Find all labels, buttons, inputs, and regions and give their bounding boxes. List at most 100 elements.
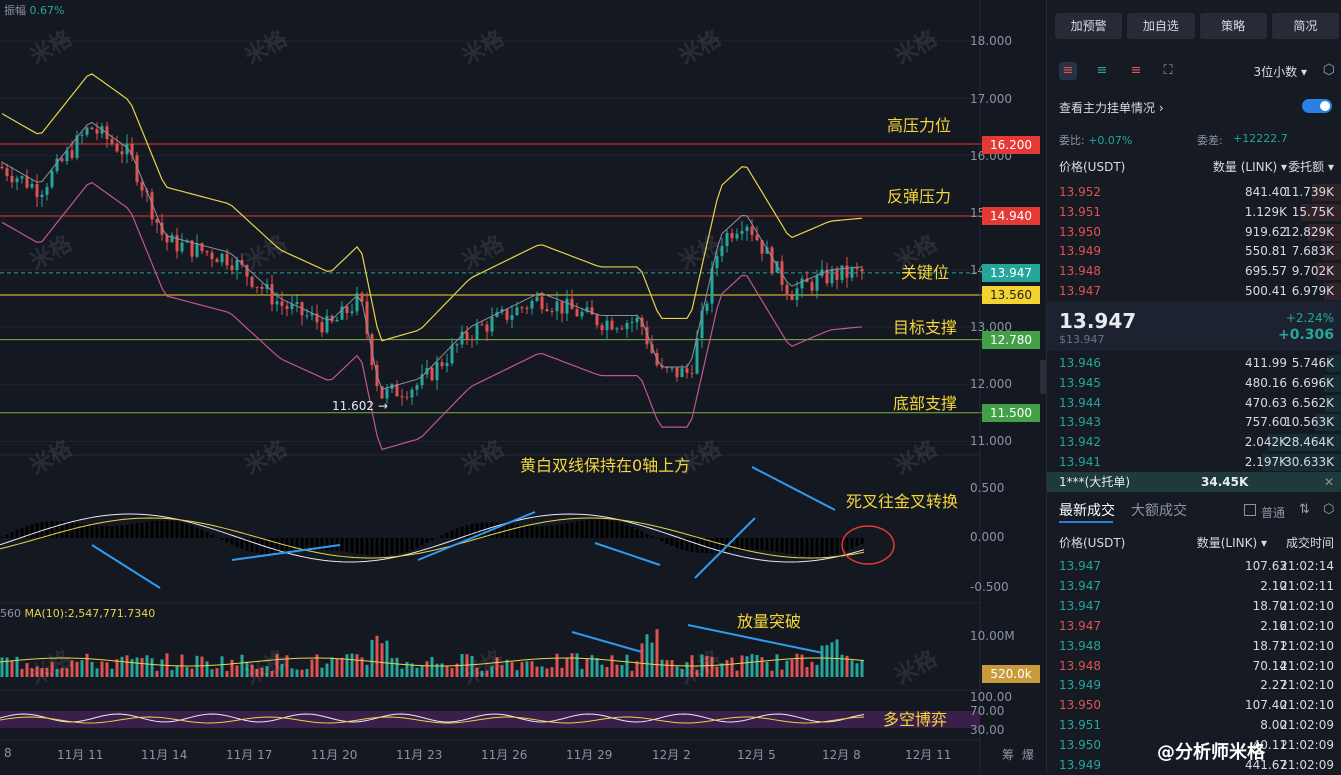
macd-histogram-bar xyxy=(781,538,784,553)
volume-bar xyxy=(171,670,174,677)
candle-body xyxy=(816,276,819,291)
volume-bar xyxy=(731,657,734,677)
candle-body xyxy=(786,285,789,295)
volume-bar xyxy=(356,654,359,677)
ask-total: 7.683K xyxy=(1292,242,1334,261)
macd-histogram-bar xyxy=(16,530,19,538)
volume-bar xyxy=(856,663,859,677)
main-orders-link[interactable]: 查看主力挂单情况 › xyxy=(1059,99,1339,116)
macd-histogram-bar xyxy=(391,538,394,555)
big-order-row[interactable]: 1***(大托单) 34.45K ✕ xyxy=(1047,472,1341,492)
macd-histogram-bar xyxy=(31,524,34,538)
tab-large-trades[interactable]: 大额成交 xyxy=(1131,500,1187,520)
candle-body xyxy=(811,282,814,291)
macd-histogram-bar xyxy=(361,538,364,554)
osc-axis-label: 100.00 xyxy=(970,690,1040,704)
bid-row[interactable]: 13.945480.166.696K xyxy=(1047,374,1341,393)
add-watchlist-button[interactable]: 加自选 xyxy=(1127,13,1194,39)
bid-row[interactable]: 13.9422.042K28.464K xyxy=(1047,433,1341,452)
volume-bar xyxy=(431,657,434,677)
bid-row[interactable]: 13.946411.995.746K xyxy=(1047,354,1341,373)
macd-histogram-bar xyxy=(111,526,114,538)
candle-body xyxy=(11,176,14,182)
bid-row[interactable]: 13.944470.636.562K xyxy=(1047,394,1341,413)
candle-body xyxy=(466,332,469,339)
x-axis-corner[interactable]: 爆 xyxy=(1022,746,1034,763)
candle-body xyxy=(831,269,834,283)
price-axis-label: 17.000 xyxy=(970,92,1040,106)
macd-histogram-bar xyxy=(856,538,859,546)
ask-price: 13.949 xyxy=(1059,242,1101,261)
trade-time: 21:02:11 xyxy=(1280,577,1334,596)
volume-bar xyxy=(321,668,324,677)
candle-body xyxy=(676,368,679,377)
volume-bar xyxy=(311,659,314,677)
chart-area[interactable]: 振幅 0.67% 18.000 17.000 16.000 15.000 14.… xyxy=(0,0,1040,774)
macd-histogram-bar xyxy=(591,520,594,538)
candle-body xyxy=(536,297,539,301)
x-axis-label: 12月 8 xyxy=(822,746,861,763)
orderbook-both-icon[interactable]: ≡ xyxy=(1059,62,1077,80)
candlestick-chart[interactable] xyxy=(0,0,1040,774)
ask-row[interactable]: 13.9511.129K15.75K xyxy=(1047,203,1341,222)
sort-icon[interactable]: ⇅ xyxy=(1299,502,1310,517)
trade-row: 13.94818.7121:02:10 xyxy=(1047,637,1341,656)
macd-histogram-bar xyxy=(211,535,214,538)
volume-bar xyxy=(201,657,204,677)
trade-time: 21:02:10 xyxy=(1280,676,1334,695)
bid-total: 6.562K xyxy=(1292,394,1334,413)
ask-row[interactable]: 13.949550.817.683K xyxy=(1047,242,1341,261)
candle-body xyxy=(81,135,84,136)
bid-row[interactable]: 13.9412.197K30.633K xyxy=(1047,453,1341,472)
osc-axis-label: 30.00 xyxy=(970,723,1040,737)
orderbook-header: 价格(USDT) 数量 (LINK) ▾ 委托额 ▾ xyxy=(1047,158,1341,177)
candle-body xyxy=(386,389,389,399)
ask-row[interactable]: 13.947500.416.979K xyxy=(1047,282,1341,301)
ask-row[interactable]: 13.950919.6212.829K xyxy=(1047,223,1341,242)
cross-highlight-circle xyxy=(842,526,894,564)
macd-histogram-bar xyxy=(751,538,754,550)
main-orders-toggle[interactable] xyxy=(1302,99,1332,113)
trend-arrow xyxy=(595,543,660,565)
overview-button[interactable]: 简况 xyxy=(1272,13,1339,39)
volume-bar xyxy=(116,659,119,677)
x-axis-label: 12月 11 xyxy=(905,746,951,763)
strategy-button[interactable]: 策略 xyxy=(1200,13,1267,39)
settings-icon[interactable]: ⬡ xyxy=(1323,502,1334,517)
candle-body xyxy=(261,287,264,289)
close-icon[interactable]: ✕ xyxy=(1324,472,1334,492)
bid-row[interactable]: 13.943757.6010.563K xyxy=(1047,413,1341,432)
ask-row[interactable]: 13.948695.579.702K xyxy=(1047,262,1341,281)
tab-latest-trades[interactable]: 最新成交 xyxy=(1059,500,1115,520)
volume-bar xyxy=(636,661,639,677)
candle-body xyxy=(551,311,554,312)
orderbook-panel: 加预警 加自选 策略 简况 ≡ ≡ ≡ ⛶ 3位小数 ▾ ⬡ 查看主力挂单情况 … xyxy=(1046,0,1341,774)
candle-body xyxy=(746,227,749,231)
trade-qty: 18.70 xyxy=(1197,597,1287,616)
ask-row[interactable]: 13.952841.4011.739K xyxy=(1047,183,1341,202)
volume-bar xyxy=(81,660,84,677)
candle-body xyxy=(616,328,619,329)
add-alert-button[interactable]: 加预警 xyxy=(1055,13,1122,39)
normal-checkbox[interactable] xyxy=(1244,504,1256,516)
macd-histogram-bar xyxy=(756,538,759,550)
macd-histogram-bar xyxy=(581,521,584,538)
macd-histogram-bar xyxy=(101,526,104,538)
decimals-select[interactable]: 3位小数 ▾ xyxy=(1254,63,1307,80)
settings-icon[interactable]: ⬡ xyxy=(1323,62,1335,78)
candle-body xyxy=(46,187,49,195)
trade-price: 13.950 xyxy=(1059,736,1101,755)
macd-histogram-bar xyxy=(846,538,849,551)
candle-body xyxy=(856,268,859,269)
x-axis-corner[interactable]: 筹 xyxy=(1002,746,1014,763)
orderbook-asks-icon[interactable]: ≡ xyxy=(1127,62,1145,80)
trade-price: 13.947 xyxy=(1059,577,1101,596)
candle-body xyxy=(401,396,404,397)
orderbook-bids-icon[interactable]: ≡ xyxy=(1093,62,1111,80)
macd-histogram-bar xyxy=(681,538,684,550)
macd-axis-label: 0.500 xyxy=(970,481,1040,495)
expand-icon[interactable]: ⛶ xyxy=(1159,62,1177,80)
volume-bar xyxy=(336,659,339,677)
macd-histogram-bar xyxy=(421,538,424,545)
volume-bar xyxy=(11,660,14,677)
